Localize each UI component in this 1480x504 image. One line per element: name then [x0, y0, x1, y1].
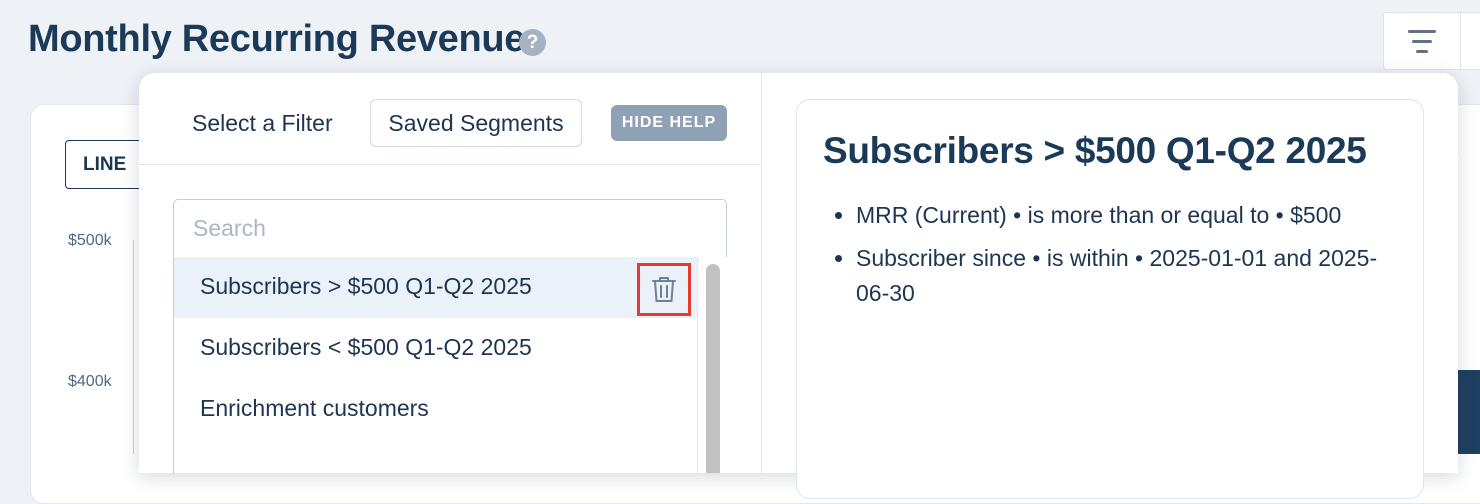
segment-details-card: Subscribers > $500 Q1-Q2 2025 MRR (Curre…	[796, 99, 1424, 499]
segment-list-item[interactable]: Subscribers < $500 Q1-Q2 2025	[174, 318, 697, 379]
segment-label: Subscribers > $500 Q1-Q2 2025	[200, 273, 532, 299]
scrollbar-thumb[interactable]	[706, 264, 720, 473]
tab-select-filter[interactable]: Select a Filter	[192, 110, 333, 137]
tab-saved-segments[interactable]: Saved Segments	[370, 99, 582, 147]
toolbar-edge	[1461, 12, 1480, 70]
chart-bar	[1458, 370, 1480, 454]
segment-list-item[interactable]: Enrichment customers	[174, 379, 697, 440]
search-input[interactable]	[173, 199, 727, 258]
divider	[139, 164, 761, 165]
hide-help-button[interactable]: HIDE HELP	[611, 105, 727, 141]
page-title: Monthly Recurring Revenue	[28, 18, 526, 60]
filter-panel: Select a Filter Saved Segments HIDE HELP…	[139, 73, 1458, 499]
trash-icon	[652, 277, 676, 302]
segment-label: Subscribers < $500 Q1-Q2 2025	[200, 334, 532, 360]
segment-rule: MRR (Current) • is more than or equal to…	[856, 198, 1403, 233]
y-axis-tick-label: $400k	[68, 373, 112, 390]
segment-label: Enrichment customers	[200, 395, 429, 421]
filter-button[interactable]	[1383, 12, 1461, 70]
segment-rules-list: MRR (Current) • is more than or equal to…	[823, 198, 1403, 319]
delete-segment-button[interactable]	[637, 263, 691, 316]
segment-list-item[interactable]: Subscribers > $500 Q1-Q2 2025	[174, 257, 697, 318]
y-axis-line	[133, 240, 134, 454]
scrollbar[interactable]	[697, 257, 727, 473]
segment-rule: Subscriber since • is within • 2025-01-0…	[856, 241, 1403, 311]
segment-list: Subscribers > $500 Q1-Q2 2025 Subscriber…	[173, 257, 727, 473]
segment-details-title: Subscribers > $500 Q1-Q2 2025	[823, 130, 1367, 171]
y-axis-tick-label: $500k	[68, 232, 112, 249]
panel-divider	[761, 73, 762, 473]
help-icon[interactable]: ?	[519, 29, 546, 56]
